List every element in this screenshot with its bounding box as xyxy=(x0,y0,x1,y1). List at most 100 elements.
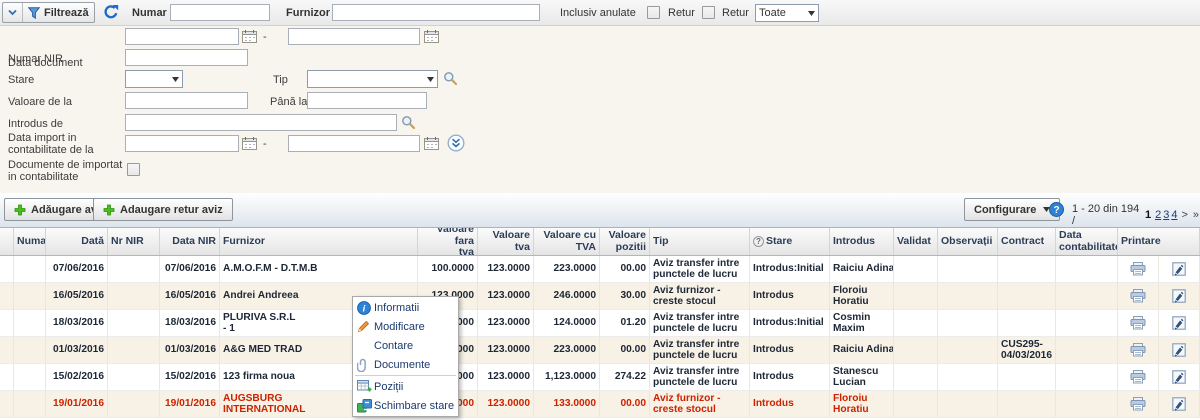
print-cell[interactable] xyxy=(1118,391,1159,417)
printer-icon[interactable] xyxy=(1130,343,1146,357)
cell-data[interactable]: 16/05/2016 xyxy=(46,283,108,309)
printer-icon[interactable] xyxy=(1130,370,1146,384)
cell-data_cont[interactable] xyxy=(1056,337,1118,363)
cell-numar[interactable] xyxy=(14,310,46,336)
cell-observatii[interactable] xyxy=(938,310,998,336)
cell-sel[interactable] xyxy=(0,310,14,336)
cell-pozitii[interactable]: 00.00 xyxy=(600,391,650,417)
cell-sel[interactable] xyxy=(0,283,14,309)
print-preview-cell[interactable] xyxy=(1159,364,1200,390)
cell-observatii[interactable] xyxy=(938,364,998,390)
column-header-stare[interactable]: ?Stare xyxy=(750,228,830,255)
print-preview-icon[interactable] xyxy=(1172,316,1186,330)
cell-contract[interactable] xyxy=(998,310,1056,336)
cell-observatii[interactable] xyxy=(938,283,998,309)
cell-furnizor[interactable]: A.M.O.F.M - D.T.M.B xyxy=(220,256,418,282)
calendar-icon[interactable] xyxy=(424,30,439,43)
column-header-tip[interactable]: Tip xyxy=(650,228,750,255)
pagination-page-link[interactable]: 4 xyxy=(1171,209,1177,221)
cell-contract[interactable] xyxy=(998,283,1056,309)
cell-tva[interactable]: 123.0000 xyxy=(478,310,534,336)
cell-cu_tva[interactable]: 133.0000 xyxy=(534,391,600,417)
cell-sel[interactable] xyxy=(0,391,14,417)
print-preview-icon[interactable] xyxy=(1172,343,1186,357)
cell-stare[interactable]: Introdus xyxy=(750,283,830,309)
pagination-next[interactable]: > xyxy=(1181,209,1188,221)
retur-checkbox[interactable] xyxy=(702,6,715,19)
column-header-pozitii[interactable]: Valoare pozitii xyxy=(600,228,650,255)
column-header-data_nir[interactable]: Data NIR xyxy=(160,228,220,255)
data-document-from-input[interactable] xyxy=(125,28,239,45)
cell-nr_nir[interactable] xyxy=(108,337,160,363)
print-preview-cell[interactable] xyxy=(1159,337,1200,363)
column-header-validat[interactable]: Validat xyxy=(894,228,938,255)
menu-item-modificare[interactable]: Modificare xyxy=(353,317,458,336)
furnizor-input[interactable] xyxy=(332,4,540,21)
table-row[interactable]: 18/03/201618/03/2016PLURIVA S.R.L - 11.0… xyxy=(0,310,1200,337)
cell-stare[interactable]: Introdus xyxy=(750,364,830,390)
column-header-observatii[interactable]: Observații xyxy=(938,228,998,255)
cell-data_cont[interactable] xyxy=(1056,391,1118,417)
table-row[interactable]: 16/05/201616/05/2016Andrei Andreea123.00… xyxy=(0,283,1200,310)
cell-validat[interactable] xyxy=(894,283,938,309)
cell-contract[interactable] xyxy=(998,364,1056,390)
cell-sel[interactable] xyxy=(0,364,14,390)
printer-icon[interactable] xyxy=(1130,262,1146,276)
cell-nr_nir[interactable] xyxy=(108,283,160,309)
table-row[interactable]: 01/03/201601/03/2016A&G MED TRAD100.0000… xyxy=(0,337,1200,364)
cell-data_cont[interactable] xyxy=(1056,256,1118,282)
column-header-introdus[interactable]: Introdus xyxy=(830,228,894,255)
column-header-furnizor[interactable]: Furnizor xyxy=(220,228,418,255)
cell-observatii[interactable] xyxy=(938,256,998,282)
print-cell[interactable] xyxy=(1118,310,1159,336)
cell-nr_nir[interactable] xyxy=(108,364,160,390)
table-row[interactable]: 07/06/201607/06/2016A.M.O.F.M - D.T.M.B1… xyxy=(0,256,1200,283)
cell-pozitii[interactable]: 274.22 xyxy=(600,364,650,390)
cell-tip[interactable]: Aviz transfer intre punctele de lucru xyxy=(650,337,750,363)
cell-numar[interactable] xyxy=(14,391,46,417)
cell-pozitii[interactable]: 00.00 xyxy=(600,256,650,282)
stare-select[interactable] xyxy=(125,70,183,88)
cell-tip[interactable]: Aviz transfer intre punctele de lucru xyxy=(650,256,750,282)
cell-tip[interactable]: Aviz furnizor - creste stocul xyxy=(650,391,750,417)
cell-pozitii[interactable]: 01.20 xyxy=(600,310,650,336)
cell-stare[interactable]: Introdus:Initial xyxy=(750,310,830,336)
cell-data[interactable]: 15/02/2016 xyxy=(46,364,108,390)
tip-select[interactable] xyxy=(307,70,438,88)
filter-button[interactable]: Filtrează xyxy=(22,3,94,22)
cell-validat[interactable] xyxy=(894,310,938,336)
cell-data_nir[interactable]: 15/02/2016 xyxy=(160,364,220,390)
cell-validat[interactable] xyxy=(894,364,938,390)
pagination-page-link[interactable]: 3 xyxy=(1163,209,1169,221)
cell-tva[interactable]: 123.0000 xyxy=(478,283,534,309)
configurare-button[interactable]: Configurare xyxy=(964,198,1060,221)
cell-sel[interactable] xyxy=(0,256,14,282)
search-icon[interactable] xyxy=(401,115,415,129)
calendar-icon[interactable] xyxy=(242,137,257,150)
cell-introdus[interactable]: Stanescu Lucian xyxy=(830,364,894,390)
cell-stare[interactable]: Introdus xyxy=(750,337,830,363)
cell-numar[interactable] xyxy=(14,256,46,282)
cell-tva[interactable]: 123.0000 xyxy=(478,364,534,390)
double-chevron-down-icon[interactable] xyxy=(447,134,465,152)
cell-stare[interactable]: Introdus xyxy=(750,391,830,417)
menu-item-schimbare-stare[interactable]: Schimbare stare xyxy=(353,396,458,415)
print-preview-cell[interactable] xyxy=(1159,310,1200,336)
column-header-data[interactable]: Dată xyxy=(46,228,108,255)
help-icon[interactable]: ? xyxy=(1049,202,1064,217)
printer-icon[interactable] xyxy=(1130,316,1146,330)
print-preview-icon[interactable] xyxy=(1172,289,1186,303)
cell-data[interactable]: 18/03/2016 xyxy=(46,310,108,336)
print-preview-cell[interactable] xyxy=(1159,283,1200,309)
data-document-to-input[interactable] xyxy=(288,28,420,45)
cell-cu_tva[interactable]: 1,123.0000 xyxy=(534,364,600,390)
print-cell[interactable] xyxy=(1118,283,1159,309)
cell-cu_tva[interactable]: 246.0000 xyxy=(534,283,600,309)
documente-importat-checkbox[interactable] xyxy=(127,163,140,176)
cell-observatii[interactable] xyxy=(938,337,998,363)
cell-data_nir[interactable]: 16/05/2016 xyxy=(160,283,220,309)
search-icon[interactable] xyxy=(443,71,457,85)
column-header-fara_tva[interactable]: Valoare fara tva xyxy=(418,228,478,255)
column-header-numar[interactable]: Numar xyxy=(14,228,46,255)
calendar-icon[interactable] xyxy=(424,137,439,150)
